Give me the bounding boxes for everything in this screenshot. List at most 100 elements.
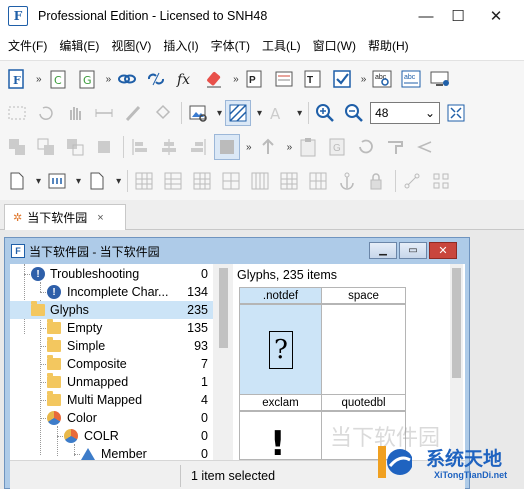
glyph-cell-notdef[interactable]: ? (239, 304, 322, 395)
new-page-icon[interactable] (4, 168, 30, 194)
kern-icon[interactable] (411, 134, 437, 160)
tree-item-member[interactable]: Member 0 (10, 445, 213, 460)
monitor-icon[interactable] (427, 66, 453, 92)
measure-icon[interactable] (91, 100, 117, 126)
glyph-scrollbar[interactable] (450, 264, 463, 460)
menu-view[interactable]: 视图(V) (111, 37, 151, 54)
image-icon[interactable] (185, 100, 211, 126)
glyph-g-icon[interactable]: G (324, 134, 350, 160)
tree-splitter[interactable] (213, 264, 233, 460)
tree-item-multi-mapped[interactable]: Multi Mapped 4 (10, 391, 213, 409)
zoom-select[interactable]: 48 ⌄ (370, 102, 441, 124)
page-dropdown-icon[interactable]: ▾ (36, 176, 41, 187)
pattern-icon[interactable] (225, 100, 252, 126)
tree-scrollbar-thumb[interactable] (219, 268, 228, 348)
tree-item-simple[interactable]: Simple 93 (10, 337, 213, 355)
validate-icon[interactable] (329, 66, 355, 92)
lock-icon[interactable] (363, 168, 389, 194)
pen-icon[interactable] (120, 100, 146, 126)
link-icon[interactable] (114, 66, 140, 92)
text-effect-icon[interactable]: A (265, 100, 291, 126)
menu-tools[interactable]: 工具(L) (262, 37, 301, 54)
toolbar-overflow-icon[interactable]: » (361, 74, 367, 85)
arrow-up-icon[interactable] (255, 134, 281, 160)
document-dropdown-icon[interactable]: ▾ (116, 176, 121, 187)
toolbar-overflow-icon[interactable]: » (233, 74, 239, 85)
new-glyph-icon[interactable]: G (74, 66, 100, 92)
tree-item-colr[interactable]: COLR 0 (10, 427, 213, 445)
tab-close-icon[interactable]: × (97, 212, 103, 224)
child-maximize-button[interactable]: ▭ (399, 242, 427, 259)
new-font-icon[interactable]: F (4, 66, 30, 92)
toolbar-overflow-icon[interactable]: » (36, 74, 42, 85)
postscript-icon[interactable]: P (242, 66, 268, 92)
grid-4-icon[interactable] (218, 168, 244, 194)
menu-file[interactable]: 文件(F) (8, 37, 47, 54)
grid-5-icon[interactable] (247, 168, 273, 194)
menu-help[interactable]: 帮助(H) (368, 37, 409, 54)
grid-3-icon[interactable] (189, 168, 215, 194)
menu-edit[interactable]: 编辑(E) (59, 37, 99, 54)
exclude-icon[interactable] (62, 134, 88, 160)
grid-2-icon[interactable] (160, 168, 186, 194)
toolbar-overflow-icon[interactable]: » (106, 74, 112, 85)
glyph-name-exclam[interactable]: exclam (239, 394, 322, 411)
truetype-icon[interactable] (271, 66, 297, 92)
intersect-icon[interactable] (33, 134, 59, 160)
tree-item-incomplete-characters[interactable]: ! Incomplete Char... 134 (10, 283, 213, 301)
abc-icon[interactable]: abc (398, 66, 424, 92)
menu-insert[interactable]: 插入(I) (163, 37, 198, 54)
grid-7-icon[interactable] (305, 168, 331, 194)
menu-window[interactable]: 窗口(W) (313, 37, 356, 54)
pattern-dropdown-icon[interactable]: ▾ (257, 108, 262, 119)
new-character-icon[interactable]: C (45, 66, 71, 92)
align-left-icon[interactable] (127, 134, 153, 160)
glyph-cell-exclam[interactable]: ! (239, 411, 322, 460)
glyph-cell-space[interactable] (321, 304, 406, 395)
document-icon[interactable] (84, 168, 110, 194)
grid-6-icon[interactable] (276, 168, 302, 194)
eraser-icon[interactable] (201, 66, 227, 92)
clipboard-icon[interactable] (295, 134, 321, 160)
hand-icon[interactable] (62, 100, 88, 126)
fit-icon[interactable] (443, 100, 469, 126)
point-grid-icon[interactable] (428, 168, 454, 194)
close-button[interactable]: ✕ (476, 0, 516, 32)
grid-1-icon[interactable] (131, 168, 157, 194)
unlink-icon[interactable] (143, 66, 169, 92)
zoom-in-icon[interactable] (312, 100, 338, 126)
align-center-icon[interactable] (156, 134, 182, 160)
distribute-icon[interactable] (214, 134, 240, 160)
combine-icon[interactable] (4, 134, 30, 160)
glyph-scrollbar-thumb[interactable] (452, 268, 461, 378)
child-minimize-button[interactable]: ▁ (369, 242, 397, 259)
text-tt-icon[interactable]: T (300, 66, 326, 92)
align-right-icon[interactable] (185, 134, 211, 160)
glyph-name-space[interactable]: space (321, 287, 406, 304)
maximize-button[interactable]: ☐ (438, 0, 478, 32)
node-icon[interactable] (399, 168, 425, 194)
glyph-name-notdef[interactable]: .notdef (239, 287, 322, 304)
subtract-icon[interactable] (91, 134, 117, 160)
menu-font[interactable]: 字体(T) (211, 37, 250, 54)
text-dropdown-icon[interactable]: ▾ (297, 108, 302, 119)
refresh-icon[interactable] (353, 134, 379, 160)
image-dropdown-icon[interactable]: ▾ (217, 108, 222, 119)
tree-item-troubleshooting[interactable]: ! Troubleshooting 0 (10, 265, 213, 283)
hint-icon[interactable] (382, 134, 408, 160)
toolbar-overflow-icon[interactable]: » (287, 142, 293, 153)
rotate-icon[interactable] (33, 100, 59, 126)
tree-item-composite[interactable]: Composite 7 (10, 355, 213, 373)
tree-item-glyphs[interactable]: Glyphs 235 (10, 301, 213, 319)
toolbar-overflow-icon[interactable]: » (246, 142, 252, 153)
spellcheck-icon[interactable]: abc (369, 66, 395, 92)
child-close-button[interactable]: ✕ (429, 242, 457, 259)
fill-icon[interactable] (149, 100, 175, 126)
tree-item-color[interactable]: Color 0 (10, 409, 213, 427)
glyph-name-quotedbl[interactable]: quotedbl (321, 394, 406, 411)
tab-document[interactable]: ✲ 当下软件园 × (4, 204, 126, 230)
function-icon[interactable]: fx (172, 66, 198, 92)
metrics-dropdown-icon[interactable]: ▾ (76, 176, 81, 187)
anchor-icon[interactable] (334, 168, 360, 194)
tree-item-empty[interactable]: Empty 135 (10, 319, 213, 337)
